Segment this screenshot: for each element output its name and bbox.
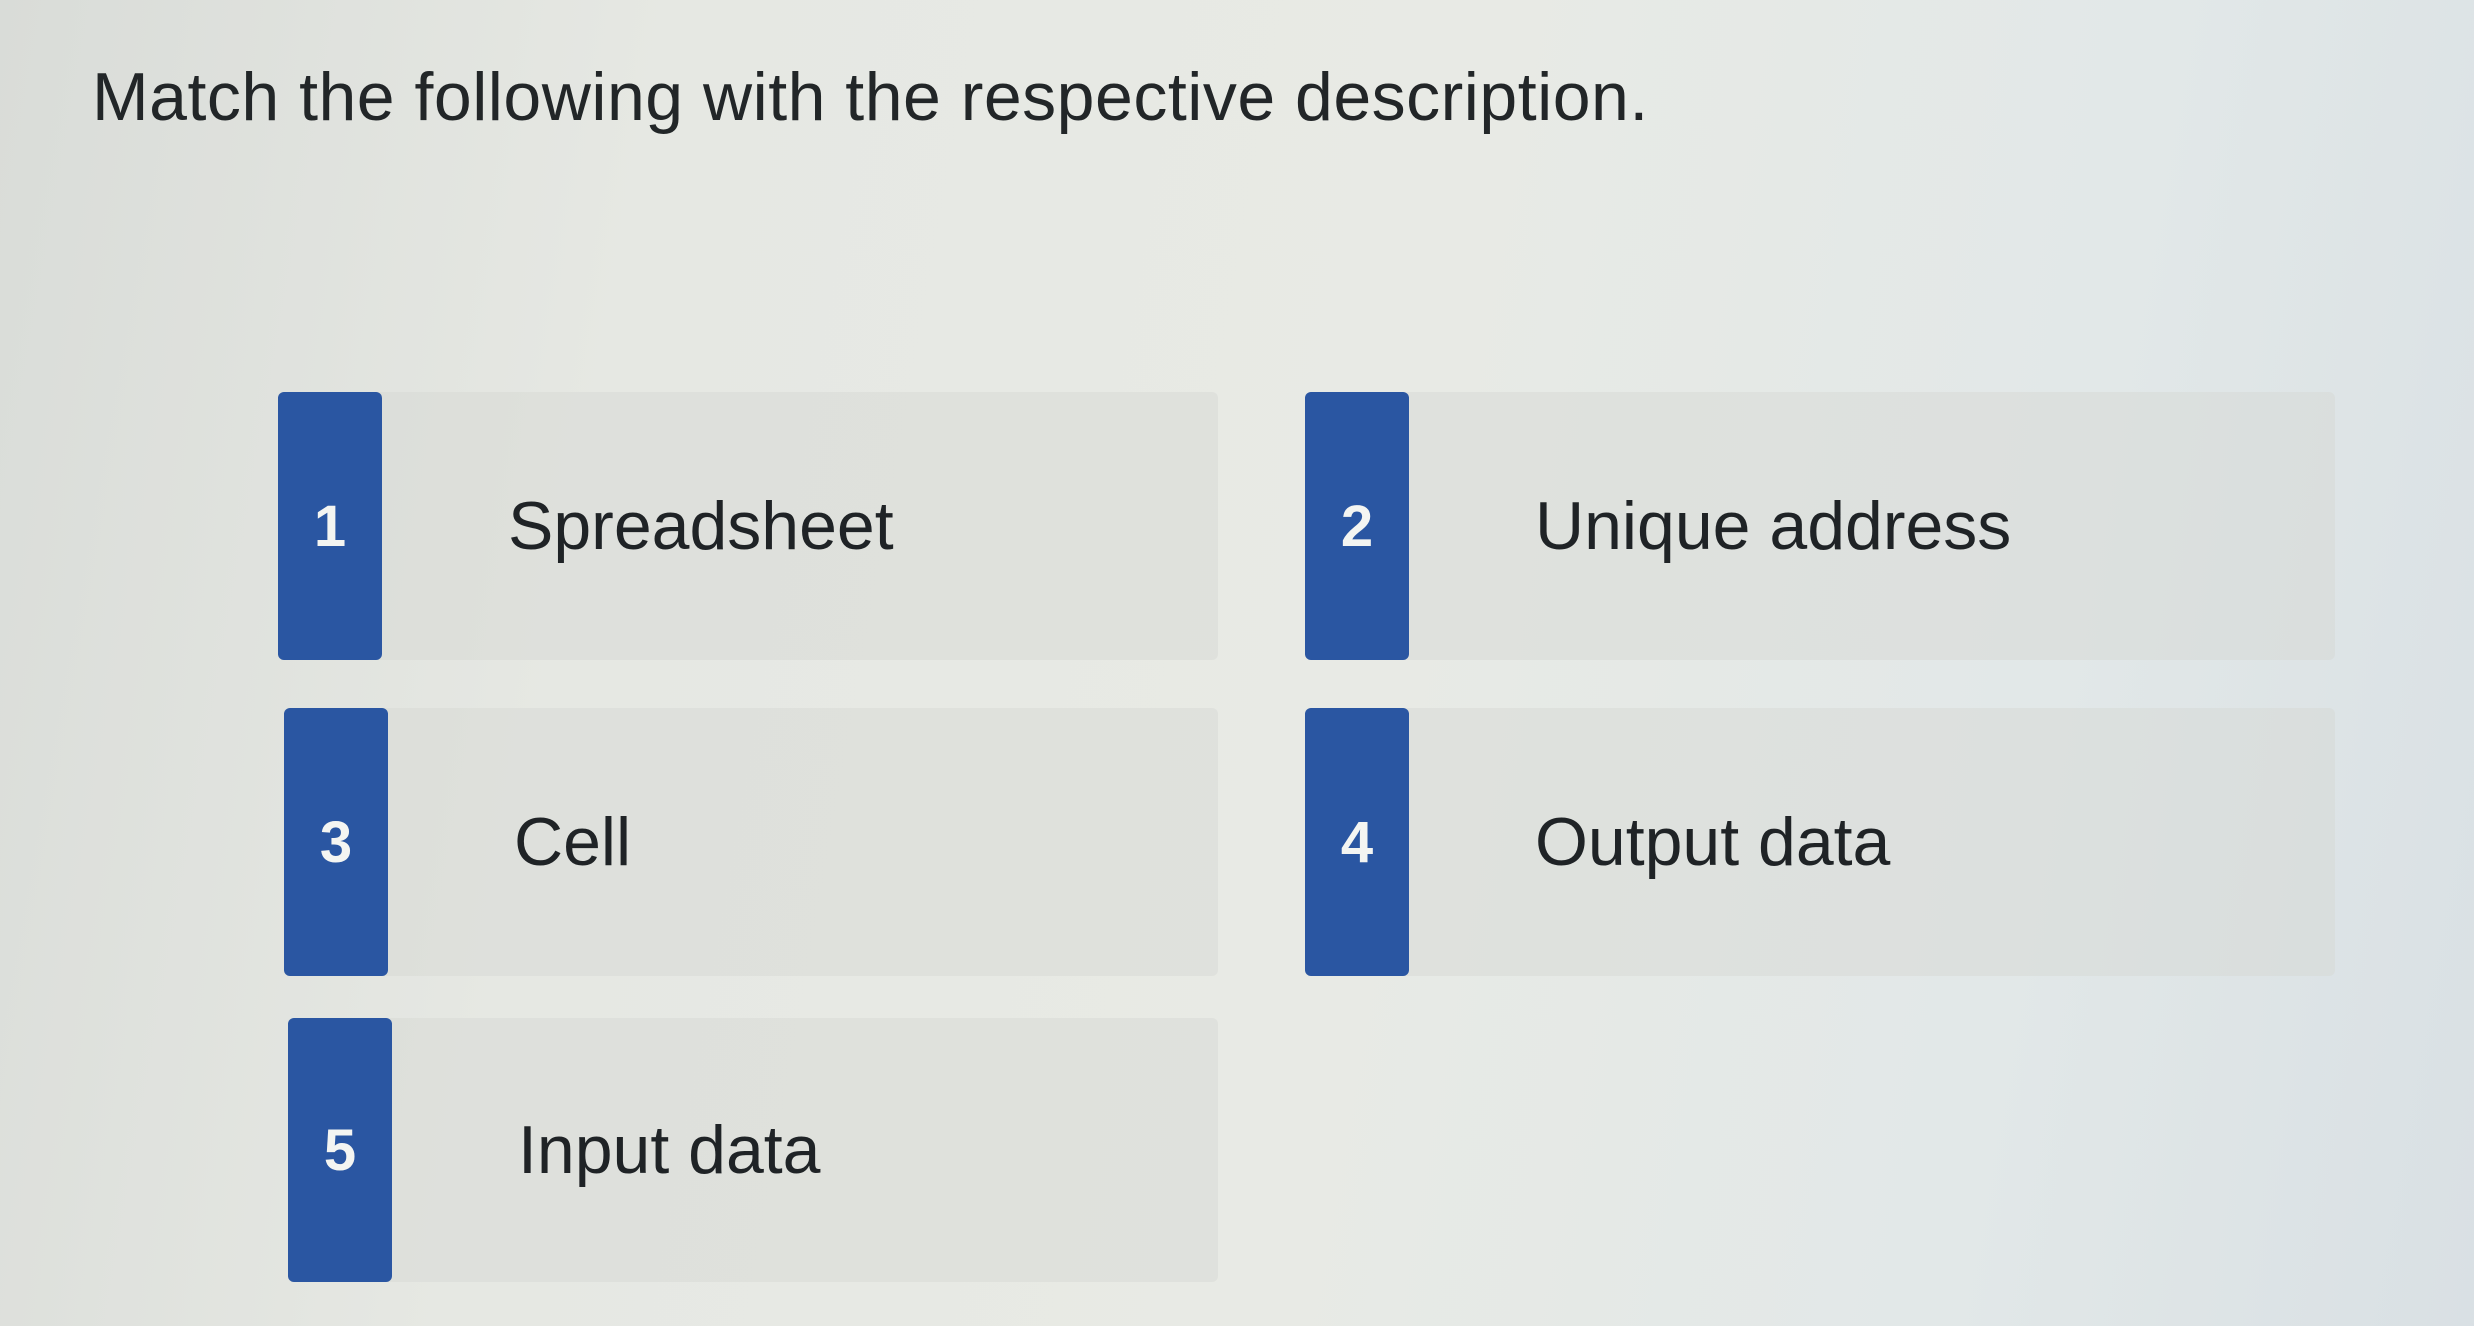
item-label: Spreadsheet [508,488,894,564]
match-item-1[interactable]: 1 Spreadsheet [278,392,1218,660]
match-question-page: { "question": { "prompt": "Match the fol… [0,0,2474,1326]
item-number-badge[interactable]: 5 [288,1018,392,1282]
question-prompt: Match the following with the respective … [92,59,1649,135]
item-number-badge[interactable]: 1 [278,392,382,660]
item-label: Unique address [1535,488,2012,564]
match-item-4[interactable]: 4 Output data [1305,708,2335,976]
item-number-badge[interactable]: 4 [1305,708,1409,976]
match-item-5[interactable]: 5 Input data [288,1018,1218,1282]
item-label: Output data [1535,804,1891,880]
item-number-badge[interactable]: 2 [1305,392,1409,660]
match-item-3[interactable]: 3 Cell [284,708,1218,976]
item-label: Cell [514,804,632,880]
item-number-badge[interactable]: 3 [284,708,388,976]
match-item-2[interactable]: 2 Unique address [1305,392,2335,660]
item-label: Input data [518,1112,821,1188]
